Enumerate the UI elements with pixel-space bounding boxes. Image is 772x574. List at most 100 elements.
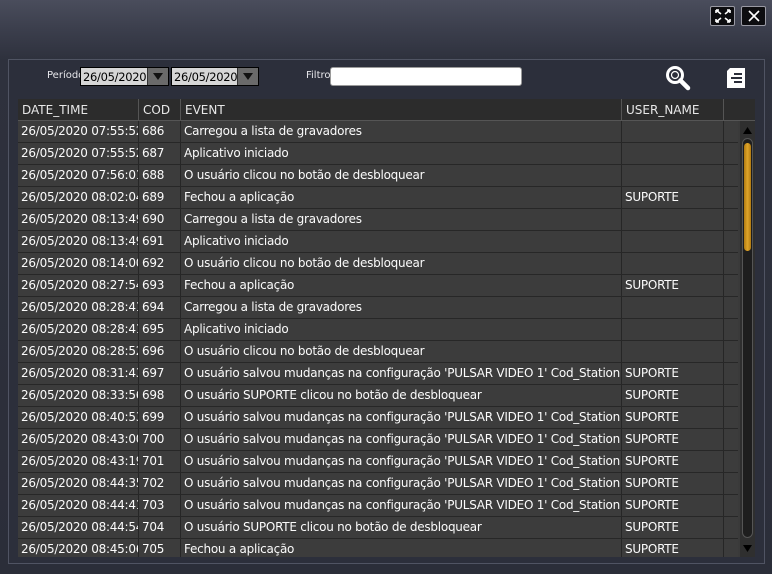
period-label: Período — [47, 70, 85, 81]
date-to-value: 26/05/2020 — [174, 69, 237, 84]
table-row[interactable]: 26/05/2020 08:43:19 701 O usuário salvou m… — [18, 451, 738, 473]
table-row[interactable]: 26/05/2020 08:28:52 696 O usuário clicou n… — [18, 341, 738, 363]
cell-cod: 686 — [139, 121, 181, 142]
cell-event: Fechou a aplicação — [181, 539, 622, 557]
export-button[interactable] — [724, 66, 748, 90]
cell-user-name: SUPORTE — [622, 495, 724, 516]
cell-cod: 704 — [139, 517, 181, 538]
cell-user-name: SUPORTE — [622, 429, 724, 450]
cell-cod: 690 — [139, 209, 181, 230]
table-row[interactable]: 26/05/2020 08:44:54 704 O usuário SUPORTE … — [18, 517, 738, 539]
maximize-button[interactable] — [710, 6, 735, 26]
cell-event: Carregou a lista de gravadores — [181, 209, 622, 230]
table-row[interactable]: 26/05/2020 08:45:06 705 Fechou a aplicação… — [18, 539, 738, 557]
date-from-value: 26/05/2020 — [83, 69, 147, 84]
date-to-picker[interactable]: 26/05/2020 — [171, 67, 259, 86]
cell-user-name — [622, 209, 724, 230]
table-row[interactable]: 26/05/2020 08:33:56 698 O usuário SUPORTE … — [18, 385, 738, 407]
table-row[interactable]: 26/05/2020 08:44:41 703 O usuário salvou m… — [18, 495, 738, 517]
cell-event: Fechou a aplicação — [181, 275, 622, 296]
cell-cod: 689 — [139, 187, 181, 208]
table-row[interactable]: 26/05/2020 08:44:35 702 O usuário salvou m… — [18, 473, 738, 495]
cell-date-time: 26/05/2020 08:13:49 — [18, 231, 139, 252]
cell-cod: 705 — [139, 539, 181, 557]
cell-date-time: 26/05/2020 08:33:56 — [18, 385, 139, 406]
arrow-down-icon — [743, 544, 752, 552]
cell-user-name — [622, 253, 724, 274]
table-row[interactable]: 26/05/2020 07:56:01 688 O usuário clicou n… — [18, 165, 738, 187]
cell-event: O usuário salvou mudanças na configuraçã… — [181, 473, 622, 494]
table-row[interactable]: 26/05/2020 08:28:41 694 Carregou a lista d… — [18, 297, 738, 319]
cell-cod: 703 — [139, 495, 181, 516]
cell-event: O usuário clicou no botão de desbloquear — [181, 341, 622, 362]
cell-user-name: SUPORTE — [622, 275, 724, 296]
column-header-event[interactable]: EVENT — [181, 99, 622, 121]
table-row[interactable]: 26/05/2020 08:13:49 691 Aplicativo iniciad… — [18, 231, 738, 253]
cell-cod: 696 — [139, 341, 181, 362]
cell-date-time: 26/05/2020 07:55:52 — [18, 143, 139, 164]
table-row[interactable]: 26/05/2020 08:31:43 697 O usuário salvou m… — [18, 363, 738, 385]
cell-user-name: SUPORTE — [622, 539, 724, 557]
filter-input[interactable] — [330, 67, 522, 86]
cell-date-time: 26/05/2020 07:56:01 — [18, 165, 139, 186]
cell-cod: 701 — [139, 451, 181, 472]
cell-date-time: 26/05/2020 08:31:43 — [18, 363, 139, 384]
cell-user-name: SUPORTE — [622, 517, 724, 538]
column-header-user-name[interactable]: USER_NAME — [622, 99, 724, 121]
cell-cod: 692 — [139, 253, 181, 274]
date-to-dropdown-button[interactable] — [237, 68, 258, 85]
arrow-up-icon — [743, 126, 752, 134]
scroll-track[interactable] — [742, 138, 753, 538]
vertical-scrollbar[interactable] — [740, 121, 755, 557]
chevron-down-icon — [153, 73, 163, 80]
cell-date-time: 26/05/2020 08:44:41 — [18, 495, 139, 516]
cell-user-name: SUPORTE — [622, 407, 724, 428]
cell-user-name — [622, 165, 724, 186]
scroll-thumb[interactable] — [744, 143, 751, 251]
table-row[interactable]: 26/05/2020 08:02:04 689 Fechou a aplicação… — [18, 187, 738, 209]
cell-user-name — [622, 319, 724, 340]
table-row[interactable]: 26/05/2020 08:13:49 690 Carregou a lista d… — [18, 209, 738, 231]
table-row[interactable]: 26/05/2020 08:40:53 699 O usuário salvou m… — [18, 407, 738, 429]
table-row[interactable]: 26/05/2020 08:28:41 695 Aplicativo iniciad… — [18, 319, 738, 341]
scroll-down-button[interactable] — [740, 541, 755, 555]
cell-user-name — [622, 143, 724, 164]
cell-user-name — [622, 297, 724, 318]
table-row[interactable]: 26/05/2020 08:43:00 700 O usuário salvou m… — [18, 429, 738, 451]
cell-cod: 691 — [139, 231, 181, 252]
column-header-date-time[interactable]: DATE_TIME — [18, 99, 139, 121]
search-button[interactable] — [664, 64, 692, 92]
cell-event: O usuário salvou mudanças na configuraçã… — [181, 363, 622, 384]
cell-user-name: SUPORTE — [622, 363, 724, 384]
table-header: DATE_TIME COD EVENT USER_NAME — [18, 99, 755, 121]
column-header-spacer — [724, 99, 755, 121]
cell-event: O usuário SUPORTE clicou no botão de des… — [181, 517, 622, 538]
column-header-cod[interactable]: COD — [139, 99, 181, 121]
list-export-icon — [727, 68, 745, 88]
cell-cod: 697 — [139, 363, 181, 384]
date-from-dropdown-button[interactable] — [147, 68, 168, 85]
cell-date-time: 26/05/2020 08:02:04 — [18, 187, 139, 208]
table-row[interactable]: 26/05/2020 07:55:52 686 Carregou a lista d… — [18, 121, 738, 143]
close-button[interactable] — [741, 6, 766, 26]
scroll-up-button[interactable] — [740, 123, 755, 137]
cell-date-time: 26/05/2020 08:40:53 — [18, 407, 139, 428]
cell-user-name — [622, 231, 724, 252]
cell-event: O usuário salvou mudanças na configuraçã… — [181, 451, 622, 472]
cell-event: O usuário salvou mudanças na configuraçã… — [181, 407, 622, 428]
table-row[interactable]: 26/05/2020 08:14:00 692 O usuário clicou n… — [18, 253, 738, 275]
cell-cod: 687 — [139, 143, 181, 164]
cell-date-time: 26/05/2020 08:27:54 — [18, 275, 139, 296]
close-icon — [747, 10, 760, 22]
date-from-picker[interactable]: 26/05/2020 — [80, 67, 169, 86]
event-log-window: Período 26/05/2020 26/05/2020 Filtro DAT… — [0, 0, 772, 574]
table-row[interactable]: 26/05/2020 08:27:54 693 Fechou a aplicação… — [18, 275, 738, 297]
cell-event: Carregou a lista de gravadores — [181, 121, 622, 142]
cell-event: Aplicativo iniciado — [181, 231, 622, 252]
maximize-icon — [714, 9, 731, 23]
cell-user-name: SUPORTE — [622, 451, 724, 472]
cell-user-name: SUPORTE — [622, 385, 724, 406]
cell-event: O usuário salvou mudanças na configuraçã… — [181, 429, 622, 450]
table-row[interactable]: 26/05/2020 07:55:52 687 Aplicativo iniciad… — [18, 143, 738, 165]
search-icon — [666, 66, 691, 91]
